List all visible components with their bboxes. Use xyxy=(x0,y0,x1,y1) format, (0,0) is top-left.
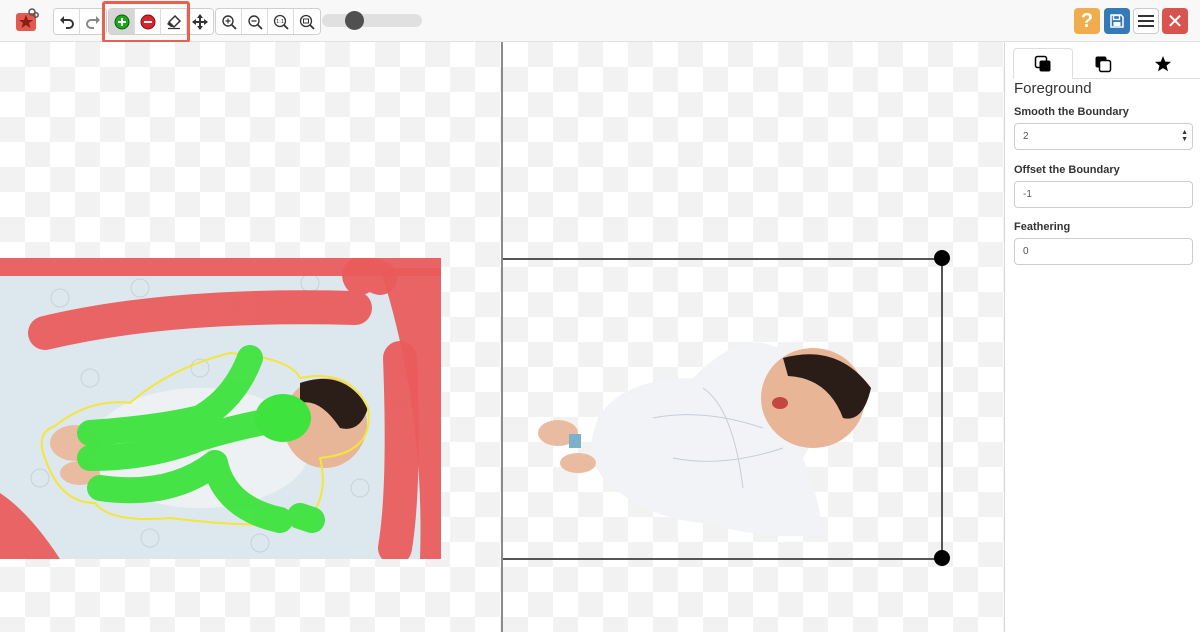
zoom-actual-icon: 1:1 xyxy=(273,14,289,30)
help-icon: ? xyxy=(1080,9,1094,32)
move-button[interactable] xyxy=(187,9,213,34)
offset-boundary-label: Offset the Boundary xyxy=(1014,164,1120,176)
help-button[interactable]: ? xyxy=(1074,8,1100,34)
zoom-in-button[interactable] xyxy=(216,9,242,34)
svg-text:1:1: 1:1 xyxy=(275,19,283,25)
toolbar: 1:1 ? ✕ xyxy=(0,0,1200,43)
app-logo-icon xyxy=(13,7,39,33)
feathering-input[interactable]: 0 xyxy=(1014,238,1193,265)
foreground-tab-icon xyxy=(1034,55,1051,71)
zoom-in-icon xyxy=(221,14,237,30)
tab-background[interactable] xyxy=(1073,48,1133,79)
sidebar-tabs xyxy=(1013,48,1200,79)
crop-handle-bottom-right[interactable] xyxy=(934,550,950,566)
crop-frame-top[interactable] xyxy=(503,258,943,260)
brush-size-slider[interactable] xyxy=(322,14,422,27)
undo-button[interactable] xyxy=(54,9,80,34)
feathering-value: 0 xyxy=(1023,246,1029,257)
settings-sidebar: Foreground Smooth the Boundary 2 ▲ ▼ Offs… xyxy=(1004,42,1200,632)
smooth-boundary-value: 2 xyxy=(1023,131,1029,142)
crop-frame-right[interactable] xyxy=(941,258,943,559)
offset-boundary-value: -1 xyxy=(1023,189,1032,200)
result-cutout xyxy=(538,342,871,537)
zoom-fit-icon xyxy=(299,14,315,30)
zoom-out-button[interactable] xyxy=(242,9,268,34)
move-icon xyxy=(192,13,208,30)
select-arrows-icon: ▲ ▼ xyxy=(1181,129,1188,143)
feathering-label: Feathering xyxy=(1014,221,1071,233)
redo-icon xyxy=(86,15,100,29)
tab-effects[interactable] xyxy=(1133,48,1193,79)
zoom-actual-button[interactable]: 1:1 xyxy=(268,9,294,34)
undo-icon xyxy=(59,15,74,29)
brush-size-slider-handle[interactable] xyxy=(345,11,364,30)
menu-button[interactable] xyxy=(1133,8,1159,34)
offset-boundary-input[interactable]: -1 xyxy=(1014,181,1193,208)
crop-frame-bottom[interactable] xyxy=(503,558,943,560)
zoom-group: 1:1 xyxy=(215,8,321,35)
save-button[interactable] xyxy=(1104,8,1130,34)
close-button[interactable]: ✕ xyxy=(1162,8,1188,34)
source-photo-with-marks[interactable] xyxy=(0,258,441,559)
history-group xyxy=(53,8,107,35)
background-tab-icon xyxy=(1095,56,1112,72)
crop-handle-top-right[interactable] xyxy=(934,250,950,266)
save-icon xyxy=(1110,14,1124,28)
close-icon: ✕ xyxy=(1166,10,1184,33)
hamburger-menu-icon xyxy=(1138,15,1154,27)
smooth-boundary-label: Smooth the Boundary xyxy=(1014,106,1129,118)
zoom-fit-button[interactable] xyxy=(294,9,320,34)
panel-title: Foreground xyxy=(1014,80,1092,97)
zoom-out-icon xyxy=(247,14,263,30)
smooth-boundary-select[interactable]: 2 ▲ ▼ xyxy=(1014,123,1193,150)
tab-foreground[interactable] xyxy=(1013,48,1073,79)
star-tab-icon xyxy=(1155,55,1171,71)
tools-highlight xyxy=(102,1,190,43)
